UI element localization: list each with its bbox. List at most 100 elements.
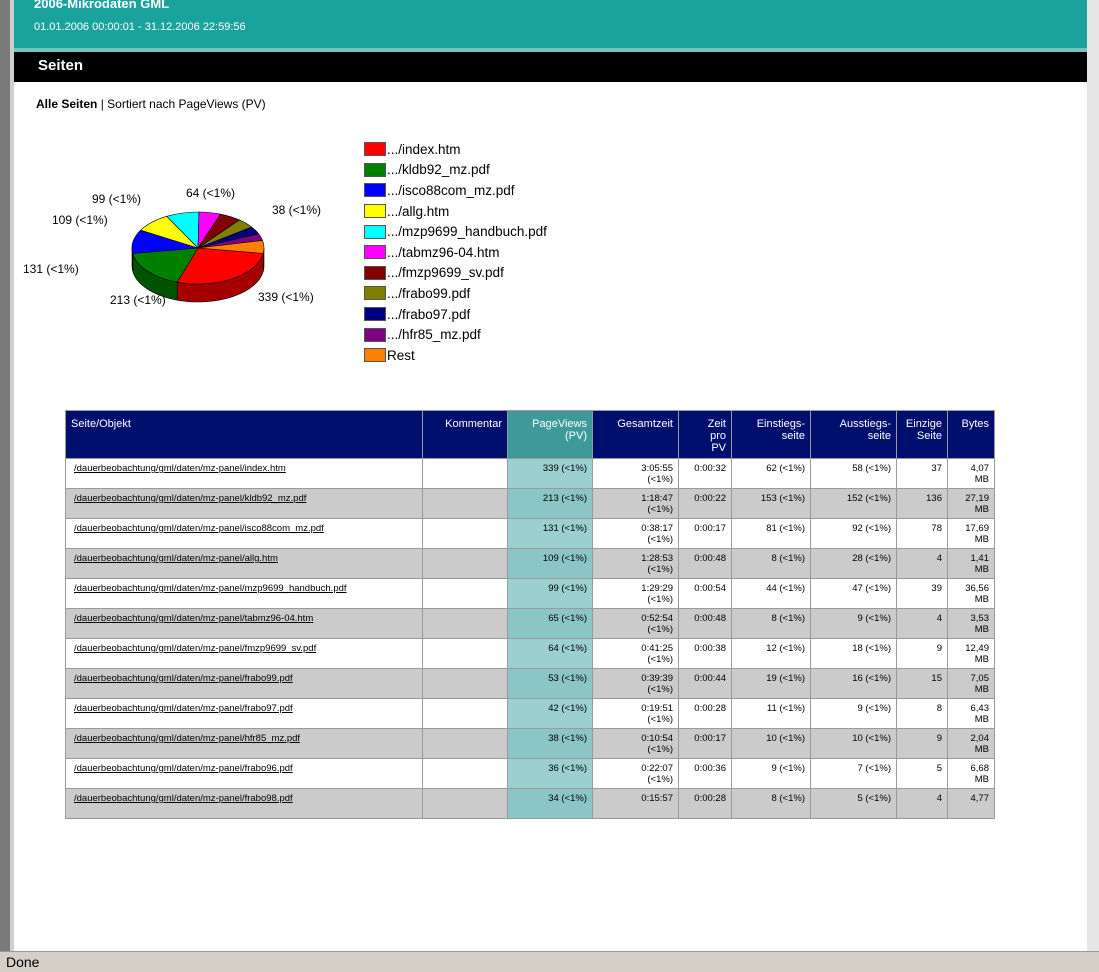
legend-label: .../allg.htm [387,203,450,219]
cell-pageviews: 53 (<1%) [507,668,593,699]
page-link[interactable]: /dauerbeobachtung/gml/daten/mz-panel/tab… [74,613,313,624]
cell-gesamtzeit: 1:18:47 (<1%) [592,488,679,519]
cell-einzige-seite: 37 [896,458,948,489]
cell-einstiegsseite: 153 (<1%) [731,488,811,519]
legend-label: .../kldb92_mz.pdf [387,162,490,178]
legend-label: .../frabo97.pdf [387,306,471,322]
cell-kommentar [422,758,508,789]
legend-item: .../hfr85_mz.pdf [364,324,547,345]
table-row: /dauerbeobachtung/gml/daten/mz-panel/hfr… [65,728,995,759]
cell-einstiegsseite: 44 (<1%) [731,578,811,609]
window-border [0,0,10,971]
page-link[interactable]: /dauerbeobachtung/gml/daten/mz-panel/isc… [74,523,324,534]
cell-pageviews: 213 (<1%) [507,488,593,519]
cell-seite: /dauerbeobachtung/gml/daten/mz-panel/kld… [65,488,423,519]
cell-seite: /dauerbeobachtung/gml/daten/mz-panel/fra… [65,758,423,789]
cell-ausstiegsseite: 16 (<1%) [810,668,897,699]
cell-seite: /dauerbeobachtung/gml/daten/mz-panel/tab… [65,608,423,639]
cell-einstiegsseite: 11 (<1%) [731,698,811,729]
cell-zeit-pro-pv: 0:00:28 [678,788,732,819]
page-link[interactable]: /dauerbeobachtung/gml/daten/mz-panel/ind… [74,463,286,474]
table-row: /dauerbeobachtung/gml/daten/mz-panel/fra… [65,788,995,819]
cell-gesamtzeit: 0:41:25 (<1%) [592,638,679,669]
cell-seite: /dauerbeobachtung/gml/daten/mz-panel/hfr… [65,728,423,759]
cell-zeit-pro-pv: 0:00:38 [678,638,732,669]
cell-gesamtzeit: 0:52:54 (<1%) [592,608,679,639]
cell-einzige-seite: 9 [896,638,948,669]
page-link[interactable]: /dauerbeobachtung/gml/daten/mz-panel/mzp… [74,583,347,594]
legend-item: .../frabo99.pdf [364,283,547,304]
legend-label: Rest [387,347,415,363]
legend-label: .../index.htm [387,141,461,157]
col-header-seite[interactable]: Seite/Objekt [65,410,423,459]
pie-label: 99 (<1%) [92,192,142,206]
pie-label: 38 (<1%) [272,203,322,217]
page-link[interactable]: /dauerbeobachtung/gml/daten/mz-panel/fra… [74,703,293,714]
col-header-einstiegsseite[interactable]: Einstiegs-seite [731,410,811,459]
cell-kommentar [422,608,508,639]
legend-item: .../fmzp9699_sv.pdf [364,263,547,284]
cell-bytes: 3,53 MB [947,608,995,639]
col-header-pageviews[interactable]: PageViews (PV) [507,410,593,459]
cell-seite: /dauerbeobachtung/gml/daten/mz-panel/all… [65,548,423,579]
table-row: /dauerbeobachtung/gml/daten/mz-panel/isc… [65,518,995,549]
legend-label: .../hfr85_mz.pdf [387,327,481,343]
cell-einzige-seite: 15 [896,668,948,699]
vertical-scrollbar[interactable] [1087,0,1099,951]
legend-swatch [364,162,386,177]
cell-ausstiegsseite: 9 (<1%) [810,698,897,729]
cell-kommentar [422,668,508,699]
col-header-bytes[interactable]: Bytes [947,410,995,459]
cell-kommentar [422,548,508,579]
page-link[interactable]: /dauerbeobachtung/gml/daten/mz-panel/hfr… [74,733,300,744]
page-link[interactable]: /dauerbeobachtung/gml/daten/mz-panel/fra… [74,673,293,684]
page-link[interactable]: /dauerbeobachtung/gml/daten/mz-panel/fra… [74,763,293,774]
cell-pageviews: 64 (<1%) [507,638,593,669]
cell-bytes: 2,04 MB [947,728,995,759]
cell-einstiegsseite: 19 (<1%) [731,668,811,699]
status-text: Done [6,954,40,970]
page-link[interactable]: /dauerbeobachtung/gml/daten/mz-panel/all… [74,553,278,564]
page-link[interactable]: /dauerbeobachtung/gml/daten/mz-panel/fmz… [74,643,316,654]
col-header-einzige-seite[interactable]: Einzige Seite [896,410,948,459]
chart-legend: .../index.htm .../kldb92_mz.pdf .../isco88… [364,139,547,366]
cell-einstiegsseite: 62 (<1%) [731,458,811,489]
legend-swatch [364,245,386,260]
status-bar: Done [0,951,1099,972]
cell-gesamtzeit: 0:22:07 (<1%) [592,758,679,789]
cell-pageviews: 339 (<1%) [507,458,593,489]
col-header-ausstiegsseite[interactable]: Ausstiegs-seite [810,410,897,459]
table-row: /dauerbeobachtung/gml/daten/mz-panel/fra… [65,698,995,729]
pie-label: 109 (<1%) [52,213,108,227]
table-row: /dauerbeobachtung/gml/daten/mz-panel/ind… [65,458,995,489]
cell-kommentar [422,488,508,519]
cell-zeit-pro-pv: 0:00:44 [678,668,732,699]
page-link[interactable]: /dauerbeobachtung/gml/daten/mz-panel/kld… [74,493,306,504]
cell-pageviews: 131 (<1%) [507,518,593,549]
cell-ausstiegsseite: 152 (<1%) [810,488,897,519]
cell-bytes: 27,19 MB [947,488,995,519]
cell-seite: /dauerbeobachtung/gml/daten/mz-panel/mzp… [65,578,423,609]
col-header-kommentar[interactable]: Kommentar [422,410,508,459]
cell-seite: /dauerbeobachtung/gml/daten/mz-panel/fmz… [65,638,423,669]
page-link[interactable]: /dauerbeobachtung/gml/daten/mz-panel/fra… [74,793,293,804]
cell-kommentar [422,788,508,819]
legend-item: .../tabmz96-04.htm [364,242,547,263]
col-header-gesamtzeit[interactable]: Gesamtzeit [592,410,679,459]
cell-zeit-pro-pv: 0:00:17 [678,518,732,549]
cell-seite: /dauerbeobachtung/gml/daten/mz-panel/isc… [65,518,423,549]
cell-einstiegsseite: 8 (<1%) [731,608,811,639]
cell-ausstiegsseite: 7 (<1%) [810,758,897,789]
table-row: /dauerbeobachtung/gml/daten/mz-panel/mzp… [65,578,995,609]
legend-label: .../frabo99.pdf [387,285,471,301]
table-row: /dauerbeobachtung/gml/daten/mz-panel/all… [65,548,995,579]
cell-seite: /dauerbeobachtung/gml/daten/mz-panel/fra… [65,698,423,729]
legend-swatch [364,224,386,239]
pie-label: 131 (<1%) [23,262,79,276]
cell-bytes: 4,77 [947,788,995,819]
col-header-zeit-pro-pv[interactable]: Zeit pro PV [678,410,732,459]
legend-label: .../tabmz96-04.htm [387,244,500,260]
cell-einzige-seite: 4 [896,788,948,819]
cell-bytes: 17,69 MB [947,518,995,549]
legend-label: .../mzp9699_handbuch.pdf [387,224,547,240]
